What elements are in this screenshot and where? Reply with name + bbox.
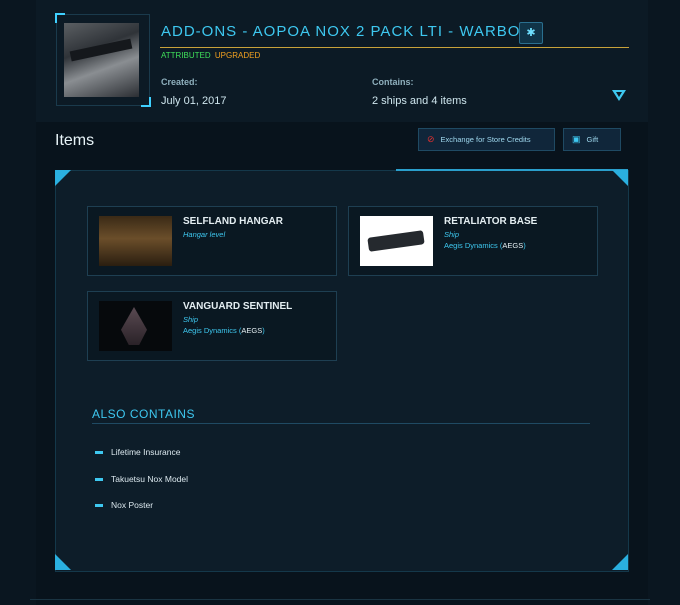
- list-item: Lifetime Insurance: [95, 447, 180, 457]
- gift-icon: ▣: [572, 134, 581, 144]
- bullet-icon: [95, 478, 103, 482]
- manufacturer-code: AEGS: [241, 326, 263, 335]
- upgraded-badge: UPGRADED: [214, 51, 261, 60]
- pledge-title: ADD-ONS - AOPOA NOX 2 PACK LTI - WARBOND: [161, 23, 545, 40]
- also-contains-divider: [92, 423, 590, 424]
- item-manufacturer: Aegis Dynamics (AEGS): [183, 326, 265, 335]
- gift-button[interactable]: ▣ Gift: [563, 128, 621, 151]
- also-contains-heading: ALSO CONTAINS: [92, 407, 195, 421]
- item-name: SELFLAND HANGAR: [183, 216, 283, 227]
- corner-accent: [55, 13, 65, 23]
- created-label: Created:: [161, 77, 198, 87]
- item-type: Ship: [444, 230, 460, 239]
- bottom-divider: [30, 599, 650, 600]
- contains-label: Contains:: [372, 77, 414, 87]
- contains-value: 2 ships and 4 items: [372, 95, 467, 107]
- exchange-icon: ⊘: [427, 134, 435, 144]
- item-image: [99, 301, 172, 351]
- items-heading: Items: [55, 132, 95, 149]
- item-type: Ship: [183, 315, 199, 324]
- attributed-badge: ATTRIBUTED: [161, 51, 211, 60]
- pledge-tags: ATTRIBUTED UPGRADED: [161, 51, 260, 60]
- thumbnail-image: [64, 23, 139, 97]
- pledge-thumbnail: [55, 13, 151, 107]
- created-value: July 01, 2017: [161, 95, 227, 107]
- list-item-label: Lifetime Insurance: [111, 447, 181, 457]
- item-image: [360, 216, 433, 266]
- title-divider: [160, 47, 629, 48]
- item-card-selfland-hangar[interactable]: SELFLAND HANGAR Hangar level: [87, 206, 337, 276]
- list-item: Nox Poster: [95, 500, 153, 510]
- chevron-down-icon[interactable]: [612, 90, 626, 101]
- corner-triangle: [612, 170, 628, 186]
- list-item-label: Nox Poster: [111, 500, 154, 510]
- gift-badge-icon[interactable]: ✱: [519, 22, 543, 44]
- list-item-label: Takuetsu Nox Model: [111, 474, 189, 484]
- corner-triangle: [612, 554, 628, 570]
- item-name: VANGUARD SENTINEL: [183, 301, 293, 312]
- exchange-button[interactable]: ⊘ Exchange for Store Credits: [418, 128, 555, 151]
- manufacturer-name: Aegis Dynamics: [444, 241, 498, 250]
- item-card-vanguard-sentinel[interactable]: VANGUARD SENTINEL Ship Aegis Dynamics (A…: [87, 291, 337, 361]
- exchange-button-label: Exchange for Store Credits: [440, 135, 531, 144]
- bullet-icon: [95, 451, 103, 455]
- gift-button-label: Gift: [586, 135, 599, 144]
- corner-accent: [141, 97, 151, 107]
- item-type: Hangar level: [183, 230, 226, 239]
- item-card-retaliator-base[interactable]: RETALIATOR BASE Ship Aegis Dynamics (AEG…: [348, 206, 598, 276]
- item-manufacturer: Aegis Dynamics (AEGS): [444, 241, 526, 250]
- panel-accent-line: [396, 169, 628, 171]
- list-item: Takuetsu Nox Model: [95, 474, 188, 484]
- bullet-icon: [95, 504, 103, 508]
- item-name: RETALIATOR BASE: [444, 216, 538, 227]
- manufacturer-code: AEGS: [502, 241, 524, 250]
- corner-triangle: [55, 170, 71, 186]
- corner-triangle: [55, 554, 71, 570]
- item-image: [99, 216, 172, 266]
- manufacturer-name: Aegis Dynamics: [183, 326, 237, 335]
